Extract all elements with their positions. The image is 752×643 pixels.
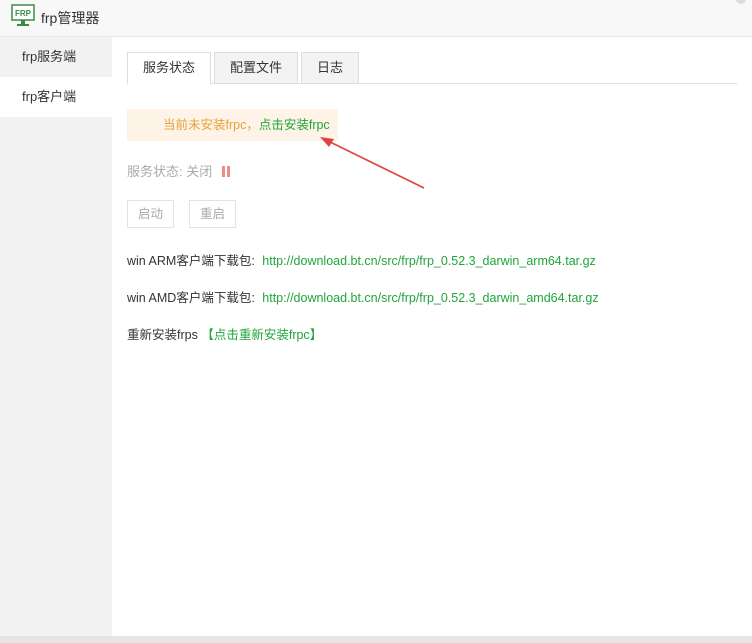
- service-status-label: 服务状态: 关闭: [127, 164, 213, 179]
- frp-monitor-icon: FRP: [11, 4, 35, 26]
- install-frpc-link[interactable]: 点击安装frpc: [259, 118, 330, 132]
- download-link-arm[interactable]: http://download.bt.cn/src/frp/frp_0.52.3…: [262, 254, 596, 268]
- sidebar: frp服务端 frp客户端: [0, 37, 112, 636]
- start-button[interactable]: 启动: [127, 200, 175, 228]
- tab-bar: 服务状态 配置文件 日志: [127, 52, 737, 85]
- restart-button[interactable]: 重启: [189, 200, 237, 228]
- title-bar: FRP frp管理器: [0, 0, 752, 37]
- close-icon[interactable]: [736, 0, 746, 4]
- download-row-amd: win AMD客户端下载包: http://download.bt.cn/src…: [127, 287, 599, 306]
- pause-icon: [221, 165, 231, 177]
- reinstall-frpc-link[interactable]: 点击重新安装frpc: [214, 328, 310, 342]
- annotation-arrow: [320, 137, 425, 189]
- download-label-amd: win AMD客户端下载包:: [127, 291, 255, 305]
- notice-warning-text: 当前未安装frpc，: [163, 118, 259, 132]
- reinstall-bracket-open: 【: [201, 328, 214, 342]
- main-panel: 服务状态 配置文件 日志 当前未安装frpc，点击安装frpc 服务状态: 关闭…: [112, 37, 752, 636]
- tab-config-file[interactable]: 配置文件: [214, 52, 299, 84]
- reinstall-row: 重新安装frps 【点击重新安装frpc】: [127, 324, 322, 343]
- reinstall-label: 重新安装frps: [127, 328, 198, 342]
- download-link-amd[interactable]: http://download.bt.cn/src/frp/frp_0.52.3…: [262, 291, 598, 305]
- service-status: 服务状态: 关闭: [127, 161, 231, 180]
- tab-log[interactable]: 日志: [301, 52, 360, 84]
- bottom-border: [0, 636, 752, 643]
- download-label-arm: win ARM客户端下载包:: [127, 254, 255, 268]
- window-title: frp管理器: [41, 10, 100, 26]
- frp-icon-text: FRP: [15, 9, 32, 18]
- sidebar-item-frp-client[interactable]: frp客户端: [0, 77, 112, 117]
- download-row-arm: win ARM客户端下载包: http://download.bt.cn/src…: [127, 250, 596, 269]
- tab-service-status[interactable]: 服务状态: [127, 52, 212, 85]
- not-installed-notice: 当前未安装frpc，点击安装frpc: [127, 109, 338, 141]
- reinstall-bracket-close: 】: [309, 328, 323, 342]
- sidebar-item-frp-server[interactable]: frp服务端: [0, 37, 112, 77]
